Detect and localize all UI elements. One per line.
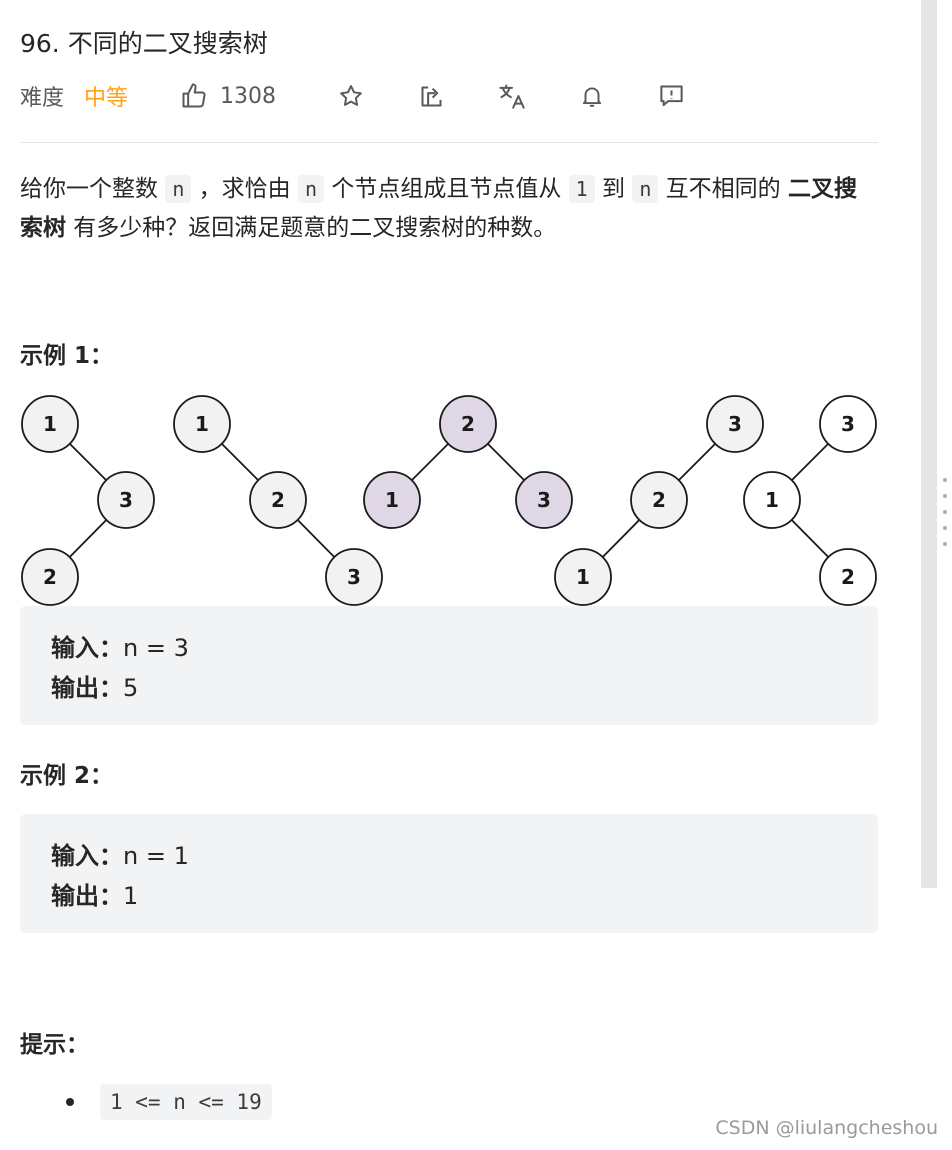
output-value: 5 bbox=[123, 674, 139, 702]
node-label: 3 bbox=[841, 412, 855, 436]
star-icon bbox=[340, 85, 362, 106]
node-label: 2 bbox=[461, 412, 475, 436]
node-label: 2 bbox=[841, 565, 855, 589]
inline-code: n bbox=[165, 175, 192, 203]
node-label: 3 bbox=[119, 488, 133, 512]
translate-button[interactable] bbox=[498, 82, 526, 114]
node-label: 3 bbox=[347, 565, 361, 589]
tree-node: 2 bbox=[819, 548, 877, 606]
node-label: 1 bbox=[765, 488, 779, 512]
tree-node: 3 bbox=[325, 548, 383, 606]
tree-node: 2 bbox=[630, 471, 688, 529]
input-label: 输入： bbox=[51, 634, 123, 662]
tree-node: 3 bbox=[706, 395, 764, 453]
like-button[interactable]: 1308 bbox=[180, 82, 276, 110]
inline-code: 1 <= n <= 19 bbox=[100, 1084, 272, 1120]
node-label: 1 bbox=[576, 565, 590, 589]
feedback-button[interactable] bbox=[658, 82, 685, 113]
tree-node-highlighted: 1 bbox=[363, 471, 421, 529]
inline-code: 1 bbox=[568, 175, 595, 203]
input-value: n = 3 bbox=[123, 634, 189, 662]
hint-list-item: 1 <= n <= 19 bbox=[66, 1084, 272, 1120]
inline-code: n bbox=[297, 175, 325, 203]
tree-node: 1 bbox=[743, 471, 801, 529]
example-2-heading: 示例 2： bbox=[20, 763, 114, 789]
example-2-output-line: 输出：1 bbox=[51, 876, 138, 911]
translate-icon bbox=[499, 84, 525, 109]
share-button[interactable] bbox=[418, 83, 445, 114]
header-divider bbox=[20, 142, 878, 143]
output-label: 输出： bbox=[51, 674, 123, 702]
inline-code: n bbox=[632, 175, 659, 203]
tree-node: 1 bbox=[173, 395, 231, 453]
notify-button[interactable] bbox=[579, 83, 605, 113]
problem-meta-bar: 难度 中等 1308 bbox=[20, 80, 276, 112]
bullet bbox=[66, 1098, 74, 1106]
node-label: 1 bbox=[385, 488, 399, 512]
difficulty-badge: 中等 bbox=[84, 86, 129, 111]
tree-node: 3 bbox=[819, 395, 877, 453]
description-text: 有多少种？返回满足题意的二叉搜索树的种数。 bbox=[66, 215, 557, 241]
tree-node: 3 bbox=[97, 471, 155, 529]
description-text: 互不相同的 bbox=[658, 176, 788, 202]
node-label: 2 bbox=[652, 488, 666, 512]
resize-handle[interactable] bbox=[943, 478, 949, 564]
example-2-code-block: 输入：n = 1 输出：1 bbox=[20, 814, 878, 933]
tree-node-highlighted: 2 bbox=[439, 395, 497, 453]
node-label: 3 bbox=[728, 412, 742, 436]
problem-description: 给你一个整数 n ，求恰由 n 个节点组成且节点值从 1 到 n 互不相同的 二… bbox=[20, 170, 878, 248]
share-icon bbox=[421, 86, 442, 107]
input-label: 输入： bbox=[51, 842, 123, 870]
description-text: 个节点组成且节点值从 bbox=[324, 176, 569, 202]
star-button[interactable] bbox=[338, 83, 364, 113]
input-value: n = 1 bbox=[123, 842, 189, 870]
feedback-icon bbox=[660, 85, 683, 107]
watermark: CSDN @liulangcheshou bbox=[715, 1117, 938, 1139]
tree-node: 1 bbox=[21, 395, 79, 453]
description-text: 到 bbox=[594, 176, 633, 202]
node-label: 2 bbox=[271, 488, 285, 512]
page-title: 96. 不同的二叉搜索树 bbox=[20, 29, 268, 58]
bell-icon bbox=[582, 87, 602, 107]
output-value: 1 bbox=[123, 882, 139, 910]
output-label: 输出： bbox=[51, 882, 123, 910]
example-1-output-line: 输出：5 bbox=[51, 668, 138, 703]
node-label: 2 bbox=[43, 565, 57, 589]
description-text: ，求恰由 bbox=[191, 176, 298, 202]
scrollbar[interactable] bbox=[921, 0, 937, 888]
tree-node: 2 bbox=[21, 548, 79, 606]
thumbs-up-icon bbox=[182, 83, 206, 108]
example-1-heading: 示例 1： bbox=[20, 343, 114, 369]
example-1-code-block: 输入：n = 3 输出：5 bbox=[20, 606, 878, 725]
node-label: 3 bbox=[537, 488, 551, 512]
like-count: 1308 bbox=[220, 83, 277, 109]
tree-node-highlighted: 3 bbox=[515, 471, 573, 529]
hints-heading: 提示： bbox=[20, 1032, 89, 1058]
example-2-input-line: 输入：n = 1 bbox=[51, 836, 189, 871]
difficulty-label: 难度 bbox=[20, 86, 65, 111]
tree-node: 1 bbox=[554, 548, 612, 606]
example-1-input-line: 输入：n = 3 bbox=[51, 628, 189, 663]
tree-node: 2 bbox=[249, 471, 307, 529]
node-label: 1 bbox=[195, 412, 209, 436]
node-label: 1 bbox=[43, 412, 57, 436]
description-text: 给你一个整数 bbox=[20, 176, 166, 202]
bst-diagram: 1 3 2 1 2 3 2 1 3 3 2 1 3 1 2 bbox=[21, 395, 877, 606]
